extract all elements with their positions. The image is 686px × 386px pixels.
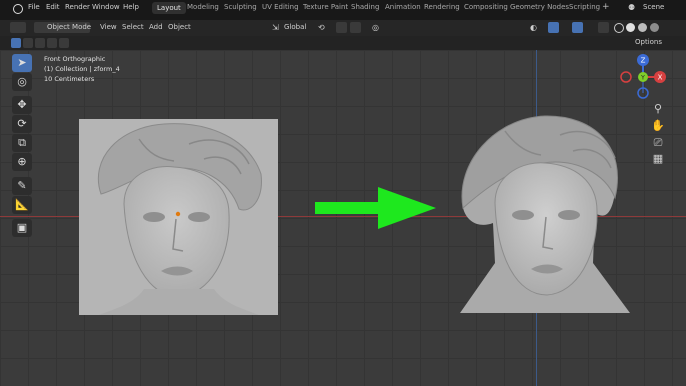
menu-edit[interactable]: Edit [46,3,60,11]
grid-scale: 10 Centimeters [44,75,95,83]
menu-file[interactable]: File [28,3,40,11]
relief-image-original [79,119,278,315]
menu-view[interactable]: View [100,23,117,31]
transform-tool-icon[interactable]: ⊕ [12,153,32,171]
select-extend-icon[interactable] [23,38,33,48]
menu-select[interactable]: Select [122,23,144,31]
view-name: Front Orthographic [44,55,106,63]
visibility-icon[interactable]: ◐ [530,23,537,32]
select-tool-icon[interactable]: ➤ [12,54,32,72]
tab-rendering[interactable]: Rendering [424,3,460,11]
collection-info: (1) Collection | zform_4 [44,65,120,73]
snap-toggle[interactable] [350,22,361,33]
navigation-gizmo[interactable]: Z X Y [616,52,672,102]
perspective-grid-icon[interactable]: ▦ [650,151,666,167]
shading-wireframe-icon[interactable] [614,23,624,33]
menu-help[interactable]: Help [123,3,139,11]
select-intersect-icon[interactable] [59,38,69,48]
shading-rendered-icon[interactable] [650,23,659,32]
relief-image-result [460,115,630,313]
tool-settings-bar: Options [0,36,686,50]
move-tool-icon[interactable]: ✥ [12,96,32,114]
select-box-icon[interactable] [11,38,21,48]
top-menu-bar: File Edit Render Window Help Layout Mode… [0,0,686,20]
select-subtract-icon[interactable] [35,38,45,48]
camera-icon[interactable]: ⎚ [650,135,666,151]
tab-sculpting[interactable]: Sculpting [224,3,257,11]
editor-type-icon[interactable] [10,22,26,33]
shading-material-icon[interactable] [638,23,647,32]
gizmo-x-label: X [658,74,663,82]
shading-solid-icon[interactable] [626,23,635,32]
pan-hand-icon[interactable]: ✋ [650,118,666,134]
options-dropdown[interactable]: Options [635,38,662,46]
tab-modeling[interactable]: Modeling [187,3,219,11]
select-invert-icon[interactable] [47,38,57,48]
tab-uv-editing[interactable]: UV Editing [262,3,299,11]
scale-tool-icon[interactable]: ⧉ [12,134,32,152]
tab-scripting[interactable]: Scripting [569,3,600,11]
add-cube-tool-icon[interactable]: ▣ [12,219,32,237]
tab-compositing[interactable]: Compositing [464,3,508,11]
overlay-toggle-icon[interactable] [572,22,583,33]
gizmo-z-label: Z [641,57,646,65]
proportional-edit-icon[interactable]: ◎ [372,23,379,32]
gizmo-y-label: Y [640,75,645,82]
mode-label: Object Mode [47,23,92,31]
tab-texture-paint[interactable]: Texture Paint [303,3,348,11]
menu-render[interactable]: Render [65,3,90,11]
tab-layout[interactable]: Layout [152,2,186,14]
rotate-tool-icon[interactable]: ⟳ [12,115,32,133]
viewport-header: Object Mode View Select Add Object ⇲ Glo… [0,20,686,36]
cursor-tool-icon[interactable]: ◎ [12,73,32,91]
menu-window[interactable]: Window [92,3,120,11]
transform-arrow [315,187,436,229]
pivot-icon[interactable]: ⟲ [318,23,325,32]
snap-icon[interactable] [336,22,347,33]
transform-orientation-icon[interactable]: ⇲ [272,23,279,32]
menu-object[interactable]: Object [168,23,191,31]
xray-icon[interactable] [598,22,609,33]
gizmo-toggle-icon[interactable] [548,22,559,33]
menu-add[interactable]: Add [149,23,163,31]
blender-logo-icon[interactable] [13,4,23,14]
measure-tool-icon[interactable]: 📐 [12,196,32,214]
tab-animation[interactable]: Animation [385,3,421,11]
add-workspace-icon[interactable]: + [602,2,610,12]
zoom-icon[interactable]: ⚲ [650,101,666,117]
scene-icon[interactable]: ⚉ [628,3,635,12]
tab-shading[interactable]: Shading [351,3,379,11]
tab-geometry-nodes[interactable]: Geometry Nodes [510,3,569,11]
transform-orientation[interactable]: Global [284,23,306,31]
scene-name[interactable]: Scene [643,3,664,11]
annotate-tool-icon[interactable]: ✎ [12,177,32,195]
